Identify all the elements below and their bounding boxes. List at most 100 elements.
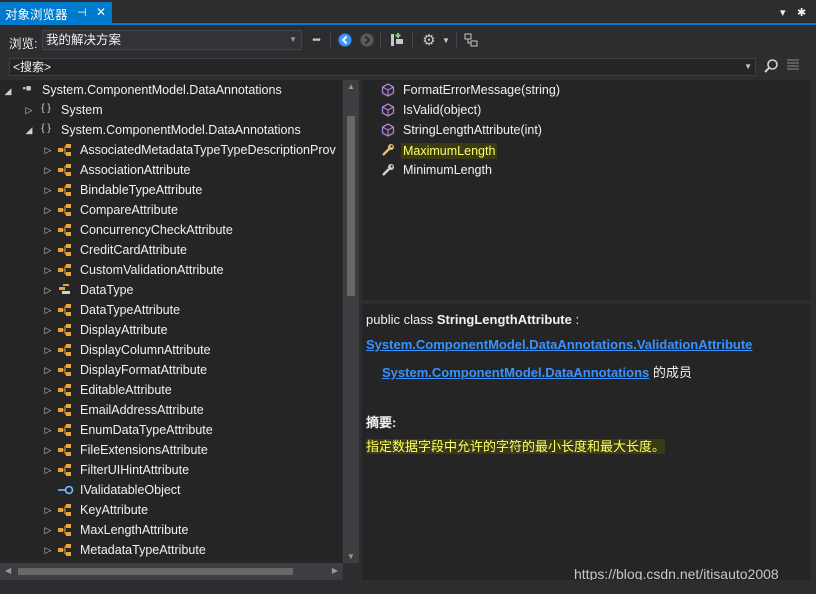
tree-item-label: CompareAttribute bbox=[80, 203, 178, 217]
collapsed-arrow-icon[interactable]: ▷ bbox=[43, 365, 53, 376]
collapsed-arrow-icon[interactable]: ▷ bbox=[43, 465, 53, 476]
scroll-corner bbox=[343, 563, 359, 580]
add-reference-icon[interactable] bbox=[388, 31, 406, 49]
member-item[interactable]: FormatErrorMessage(string) bbox=[362, 80, 810, 100]
scroll-up-icon[interactable]: ▲ bbox=[347, 82, 355, 91]
collapsed-arrow-icon[interactable]: ▷ bbox=[43, 445, 53, 456]
collapsed-arrow-icon[interactable]: ▷ bbox=[43, 245, 53, 256]
collapsed-arrow-icon[interactable]: ▷ bbox=[43, 285, 53, 296]
tree-item-label: DisplayAttribute bbox=[80, 323, 168, 337]
close-icon[interactable]: ✕ bbox=[96, 5, 106, 19]
collapsed-arrow-icon[interactable]: ▷ bbox=[43, 425, 53, 436]
tree-item[interactable]: ▷ EmailAddressAttribute bbox=[0, 400, 342, 420]
tree-item[interactable]: ▷ DisplayAttribute bbox=[0, 320, 342, 340]
tree-item[interactable]: ▷ EditableAttribute bbox=[0, 380, 342, 400]
tree-item[interactable]: ▷ DataTypeAttribute bbox=[0, 300, 342, 320]
scroll-down-icon[interactable]: ▼ bbox=[347, 552, 355, 561]
scroll-left-icon[interactable]: ◀ bbox=[5, 566, 11, 575]
back-icon[interactable] bbox=[336, 31, 354, 49]
tree-item[interactable]: ▷ DisplayFormatAttribute bbox=[0, 360, 342, 380]
expanded-arrow-icon[interactable]: ◢ bbox=[3, 86, 13, 97]
tree-root-label: System.ComponentModel.DataAnnotations bbox=[42, 83, 282, 97]
tree-item[interactable]: ▷ FilterUIHintAttribute bbox=[0, 460, 342, 480]
tree-horizontal-scrollbar[interactable]: ◀ ▶ bbox=[0, 563, 343, 580]
expanded-arrow-icon[interactable]: ◢ bbox=[24, 125, 34, 136]
base-class-link[interactable]: System.ComponentModel.DataAnnotations.Va… bbox=[366, 337, 752, 352]
gear-icon[interactable]: ⚙ bbox=[420, 31, 438, 49]
tree-item[interactable]: ▷ CreditCardAttribute bbox=[0, 240, 342, 260]
tree-item[interactable]: ▷ FileExtensionsAttribute bbox=[0, 440, 342, 460]
collapsed-arrow-icon[interactable]: ▷ bbox=[43, 525, 53, 536]
class-view-icon[interactable] bbox=[462, 31, 480, 49]
class-icon bbox=[57, 423, 73, 440]
more-options-button[interactable]: ••• bbox=[307, 31, 325, 49]
tree-item[interactable]: ▷ CompareAttribute bbox=[0, 200, 342, 220]
tree-item[interactable]: ▷ AssociationAttribute bbox=[0, 160, 342, 180]
collapsed-arrow-icon[interactable]: ▷ bbox=[43, 185, 53, 196]
chevron-down-icon[interactable]: ▼ bbox=[437, 31, 455, 49]
tree-item-label: EditableAttribute bbox=[80, 383, 172, 397]
tree-item[interactable]: ▷ MetadataTypeAttribute bbox=[0, 540, 342, 560]
tree-item[interactable]: IValidatableObject bbox=[0, 480, 342, 500]
search-input[interactable]: <搜索> ▼ bbox=[9, 58, 756, 76]
tree-item[interactable]: ◢ { } System.ComponentModel.DataAnnotation… bbox=[0, 120, 342, 140]
namespace-link[interactable]: System.ComponentModel.DataAnnotations bbox=[382, 365, 649, 380]
browse-scope-select[interactable]: 我的解决方案 ▼ bbox=[42, 30, 302, 50]
collapsed-arrow-icon[interactable]: ▷ bbox=[43, 145, 53, 156]
scroll-thumb[interactable] bbox=[347, 116, 355, 296]
settings-icon[interactable]: ✱ bbox=[797, 6, 806, 19]
collapsed-arrow-icon[interactable]: ▷ bbox=[43, 205, 53, 216]
class-icon bbox=[57, 523, 73, 540]
tree-item[interactable]: ▷ BindableTypeAttribute bbox=[0, 180, 342, 200]
chevron-down-icon: ▼ bbox=[289, 35, 297, 44]
collapsed-arrow-icon[interactable]: ▷ bbox=[43, 305, 53, 316]
bottom-bar bbox=[0, 580, 816, 594]
tree-item[interactable]: ▷ DisplayColumnAttribute bbox=[0, 340, 342, 360]
window-dropdown-icon[interactable]: ▾ bbox=[780, 6, 786, 19]
tree-item-label: AssociationAttribute bbox=[80, 163, 191, 177]
tree-item[interactable]: ▷ KeyAttribute bbox=[0, 500, 342, 520]
tree-item[interactable]: ▷ EnumDataTypeAttribute bbox=[0, 420, 342, 440]
tree-item[interactable]: ▷ MaxLengthAttribute bbox=[0, 520, 342, 540]
toolbar-separator bbox=[456, 32, 457, 48]
member-item[interactable]: MinimumLength bbox=[362, 160, 810, 180]
scroll-right-icon[interactable]: ▶ bbox=[332, 566, 338, 575]
tree-item-label: IValidatableObject bbox=[80, 483, 181, 497]
object-tree[interactable]: ◢ ▪■ System.ComponentModel.DataAnnotatio… bbox=[0, 80, 342, 563]
member-item[interactable]: MaximumLength bbox=[362, 140, 810, 160]
tree-vertical-scrollbar[interactable]: ▲ ▼ bbox=[343, 80, 359, 563]
collapsed-arrow-icon[interactable]: ▷ bbox=[43, 325, 53, 336]
members-list[interactable]: FormatErrorMessage(string) IsValid(object… bbox=[362, 80, 810, 300]
member-item[interactable]: StringLengthAttribute(int) bbox=[362, 120, 810, 140]
forward-icon[interactable] bbox=[358, 31, 376, 49]
member-of-text: 的成员 bbox=[649, 365, 692, 380]
declaration-name: StringLengthAttribute bbox=[436, 312, 572, 327]
collapsed-arrow-icon[interactable]: ▷ bbox=[43, 385, 53, 396]
assembly-icon: ▪■ bbox=[22, 83, 32, 93]
collapsed-arrow-icon[interactable]: ▷ bbox=[43, 265, 53, 276]
chevron-down-icon[interactable]: ▼ bbox=[744, 59, 752, 75]
scroll-thumb[interactable] bbox=[18, 568, 293, 575]
collapsed-arrow-icon[interactable]: ▷ bbox=[24, 105, 34, 116]
tree-item[interactable]: ▷ ConcurrencyCheckAttribute bbox=[0, 220, 342, 240]
tree-item[interactable]: ▷ DataType bbox=[0, 280, 342, 300]
search-icon[interactable] bbox=[763, 58, 781, 76]
tree-item[interactable]: ▷ CustomValidationAttribute bbox=[0, 260, 342, 280]
collapsed-arrow-icon[interactable]: ▷ bbox=[43, 505, 53, 516]
tab-object-browser[interactable]: 对象浏览器 ⊣ ✕ bbox=[0, 2, 112, 25]
toolbar-separator bbox=[380, 32, 381, 48]
tree-item-label: DisplayColumnAttribute bbox=[80, 343, 211, 357]
collapsed-arrow-icon[interactable]: ▷ bbox=[43, 345, 53, 356]
collapsed-arrow-icon[interactable]: ▷ bbox=[43, 165, 53, 176]
collapsed-arrow-icon[interactable]: ▷ bbox=[43, 405, 53, 416]
declaration-prefix: public class bbox=[366, 312, 437, 327]
member-item[interactable]: IsValid(object) bbox=[362, 100, 810, 120]
interface-icon bbox=[57, 483, 74, 500]
collapsed-arrow-icon[interactable]: ▷ bbox=[43, 225, 53, 236]
pin-icon[interactable]: ⊣ bbox=[77, 6, 87, 19]
tree-item[interactable]: ▷ { } System bbox=[0, 100, 342, 120]
collapsed-arrow-icon[interactable]: ▷ bbox=[43, 545, 53, 556]
tree-item[interactable]: ▷ AssociatedMetadataTypeTypeDescriptionPr… bbox=[0, 140, 342, 160]
list-settings-icon[interactable] bbox=[786, 58, 802, 76]
tree-root[interactable]: ◢ ▪■ System.ComponentModel.DataAnnotatio… bbox=[0, 80, 342, 100]
